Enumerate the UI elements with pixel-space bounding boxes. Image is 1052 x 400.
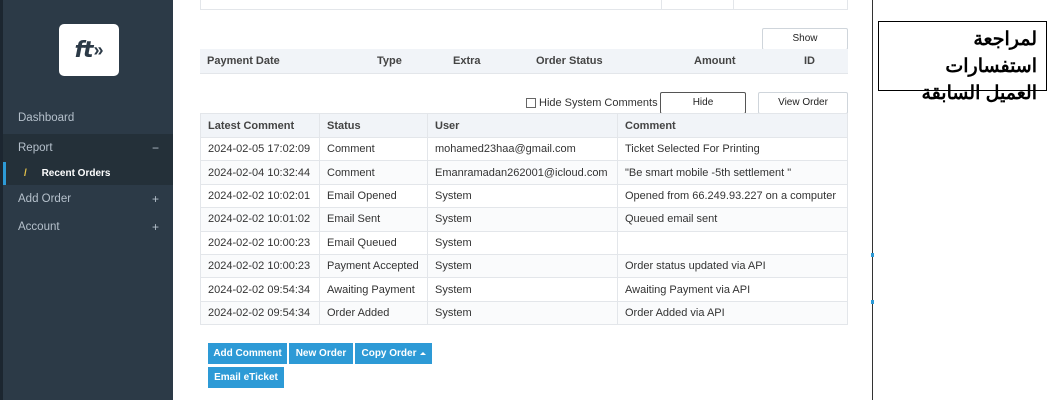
table-row: 2024-02-05 17:02:09 Comment mohamed23haa… bbox=[200, 136, 848, 162]
cell-comment: Order Added via API bbox=[617, 300, 848, 326]
column-header-amount[interactable]: Amount bbox=[687, 49, 797, 74]
cell-status: Order Added bbox=[319, 300, 428, 326]
cell-user: System bbox=[427, 230, 618, 255]
copy-order-label: Copy Order bbox=[361, 348, 417, 359]
sidebar-item-account[interactable]: Account + bbox=[3, 213, 173, 241]
table-divider bbox=[733, 0, 734, 10]
cell-user: System bbox=[427, 207, 618, 232]
hide-system-comments-toggle[interactable]: Hide System Comments bbox=[526, 97, 658, 109]
logo-text: ft bbox=[74, 37, 93, 63]
cell-date: 2024-02-02 09:54:34 bbox=[200, 277, 320, 302]
cell-comment: Order status updated via API bbox=[617, 253, 848, 279]
table-row: 2024-02-02 10:02:01 Email Opened System … bbox=[200, 183, 848, 209]
cell-date: 2024-02-02 10:01:02 bbox=[200, 207, 320, 232]
cell-status: Comment bbox=[319, 136, 428, 162]
sidebar-item-dashboard[interactable]: Dashboard bbox=[3, 104, 173, 132]
sidebar-item-add-order[interactable]: Add Order + bbox=[3, 185, 173, 213]
table-row: 2024-02-02 10:00:23 Payment Accepted Sys… bbox=[200, 253, 848, 279]
column-header-status[interactable]: Status bbox=[319, 113, 428, 138]
table-header-row: Payment Date Type Extra Order Status Amo… bbox=[200, 49, 848, 74]
table-row: 2024-02-04 10:32:44 Comment Emanramadan2… bbox=[200, 160, 848, 185]
sidebar-item-label: Add Order bbox=[18, 193, 72, 205]
edge-marker bbox=[871, 300, 874, 304]
column-header-comment[interactable]: Comment bbox=[617, 113, 848, 138]
cell-status: Comment bbox=[319, 160, 428, 185]
email-eticket-button[interactable]: Email eTicket bbox=[208, 367, 284, 388]
sidebar: ft » Dashboard Report − / Recent Orders … bbox=[0, 0, 173, 400]
view-order-edits-button[interactable]: View Order Edits bbox=[758, 92, 848, 128]
show-payments-button[interactable]: Show payments bbox=[762, 28, 848, 64]
column-header-payment-date[interactable]: Payment Date bbox=[200, 49, 370, 74]
caret-up-icon bbox=[419, 351, 426, 355]
table-row: 2024-02-02 09:54:34 Order Added System O… bbox=[200, 300, 848, 326]
hide-comments-button[interactable]: Hide comments bbox=[660, 92, 746, 128]
payments-table: Payment Date Type Extra Order Status Amo… bbox=[200, 49, 848, 74]
cell-comment bbox=[617, 230, 848, 255]
expand-icon[interactable]: + bbox=[152, 185, 159, 213]
sidebar-item-label: Dashboard bbox=[18, 112, 75, 124]
cell-user: System bbox=[427, 183, 618, 209]
expand-icon[interactable]: + bbox=[152, 213, 159, 241]
cell-comment: Awaiting Payment via API bbox=[617, 277, 848, 302]
comments-table: Latest Comment Status User Comment 2024-… bbox=[200, 113, 848, 326]
checkbox-icon[interactable] bbox=[526, 98, 536, 108]
cell-comment: "Be smart mobile -5th settlement " bbox=[617, 160, 848, 185]
cell-status: Email Queued bbox=[319, 230, 428, 255]
hide-system-comments-label: Hide System Comments bbox=[539, 97, 658, 109]
divider-line bbox=[872, 0, 873, 400]
annotation-note: لمراجعة استفسارات العميل السابقة bbox=[878, 21, 1047, 104]
table-row: 2024-02-02 09:54:34 Awaiting Payment Sys… bbox=[200, 277, 848, 302]
cell-status: Awaiting Payment bbox=[319, 277, 428, 302]
cell-date: 2024-02-02 10:00:23 bbox=[200, 230, 320, 255]
table-row: 2024-02-02 10:00:23 Email Queued System bbox=[200, 230, 848, 255]
cell-comment: Queued email sent bbox=[617, 207, 848, 232]
cell-user: mohamed23haa@gmail.com bbox=[427, 136, 618, 162]
sidebar-item-label: Account bbox=[18, 221, 60, 233]
cell-date: 2024-02-05 17:02:09 bbox=[200, 136, 320, 162]
sidebar-subitem-recent-orders[interactable]: / Recent Orders bbox=[3, 162, 173, 185]
totals-table-remnant bbox=[200, 0, 848, 10]
column-header-type[interactable]: Type bbox=[370, 49, 446, 74]
logo[interactable]: ft » bbox=[59, 24, 119, 76]
column-header-extra[interactable]: Extra bbox=[446, 49, 529, 74]
cell-user: System bbox=[427, 253, 618, 279]
cell-user: Emanramadan262001@icloud.com bbox=[427, 160, 618, 185]
cell-user: System bbox=[427, 300, 618, 326]
sidebar-subitem-label: Recent Orders bbox=[41, 168, 111, 179]
cell-status: Email Sent bbox=[319, 207, 428, 232]
annotation-line: لمراجعة استفسارات bbox=[945, 29, 1037, 77]
cell-date: 2024-02-02 09:54:34 bbox=[200, 300, 320, 326]
cell-user: System bbox=[427, 277, 618, 302]
edge-marker bbox=[871, 253, 874, 257]
active-marker-icon: / bbox=[24, 168, 27, 179]
cell-status: Payment Accepted bbox=[319, 253, 428, 279]
cell-date: 2024-02-04 10:32:44 bbox=[200, 160, 320, 185]
cell-date: 2024-02-02 10:00:23 bbox=[200, 253, 320, 279]
column-header-order-status[interactable]: Order Status bbox=[529, 49, 687, 74]
cell-status: Email Opened bbox=[319, 183, 428, 209]
logo-chevron-icon: » bbox=[93, 39, 104, 60]
new-order-button[interactable]: New Order bbox=[289, 343, 353, 364]
collapse-icon[interactable]: − bbox=[152, 134, 159, 162]
column-header-user[interactable]: User bbox=[427, 113, 618, 138]
column-header-id[interactable]: ID bbox=[797, 49, 848, 74]
cell-comment: Ticket Selected For Printing bbox=[617, 136, 848, 162]
sidebar-item-report[interactable]: Report − bbox=[3, 134, 173, 162]
cell-comment: Opened from 66.249.93.227 on a computer bbox=[617, 183, 848, 209]
table-row: 2024-02-02 10:01:02 Email Sent System Qu… bbox=[200, 207, 848, 232]
table-divider bbox=[661, 0, 662, 10]
copy-order-button[interactable]: Copy Order bbox=[355, 343, 432, 364]
add-comment-button[interactable]: Add Comment bbox=[208, 343, 287, 364]
table-header-row: Latest Comment Status User Comment bbox=[200, 113, 848, 138]
sidebar-nav: Dashboard Report − / Recent Orders Add O… bbox=[3, 104, 173, 241]
cell-date: 2024-02-02 10:02:01 bbox=[200, 183, 320, 209]
annotation-line: العميل السابقة bbox=[921, 83, 1037, 104]
sidebar-item-label: Report bbox=[18, 142, 53, 154]
column-header-latest-comment[interactable]: Latest Comment bbox=[200, 113, 320, 138]
